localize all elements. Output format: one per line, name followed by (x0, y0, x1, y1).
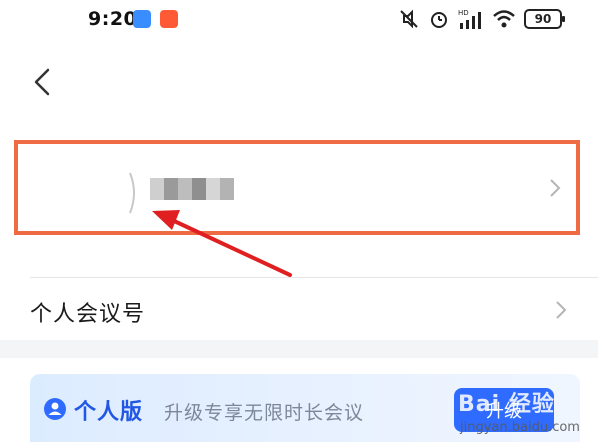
section-gap (0, 340, 598, 358)
status-time: 9:20 (88, 8, 138, 30)
chevron-right-icon (556, 301, 567, 319)
alarm-icon (431, 12, 447, 28)
banner-description: 升级专享无限时长会议 (164, 402, 365, 424)
personal-meeting-id-label: 个人会议号 (30, 302, 146, 327)
back-button[interactable] (28, 62, 58, 102)
baidu-watermark: Bai 经验 jingyan.baidu.com (454, 378, 584, 438)
profile-row[interactable] (14, 140, 580, 235)
mute-icon (400, 9, 418, 29)
banner-title: 个人版 (74, 400, 144, 425)
status-icons: HD 90 (398, 8, 565, 30)
avatar (46, 169, 138, 217)
status-bar: 9:20 HD 90 (0, 0, 598, 42)
app-notification-icon (133, 10, 151, 28)
personal-meeting-id-row[interactable]: 个人会议号 (0, 278, 598, 340)
signal-icon: HD (458, 9, 481, 29)
user-icon (44, 398, 66, 420)
chevron-left-icon (34, 68, 50, 96)
wifi-icon (493, 10, 515, 28)
app-notification-icon (160, 10, 178, 28)
chevron-right-icon (550, 179, 561, 197)
profile-name-blurred (150, 178, 234, 200)
svg-text:HD: HD (458, 9, 469, 17)
watermark-brand: Bai 经验 (458, 392, 555, 417)
watermark-url: jingyan.baidu.com (460, 420, 580, 435)
battery-indicator: 90 (524, 9, 565, 29)
